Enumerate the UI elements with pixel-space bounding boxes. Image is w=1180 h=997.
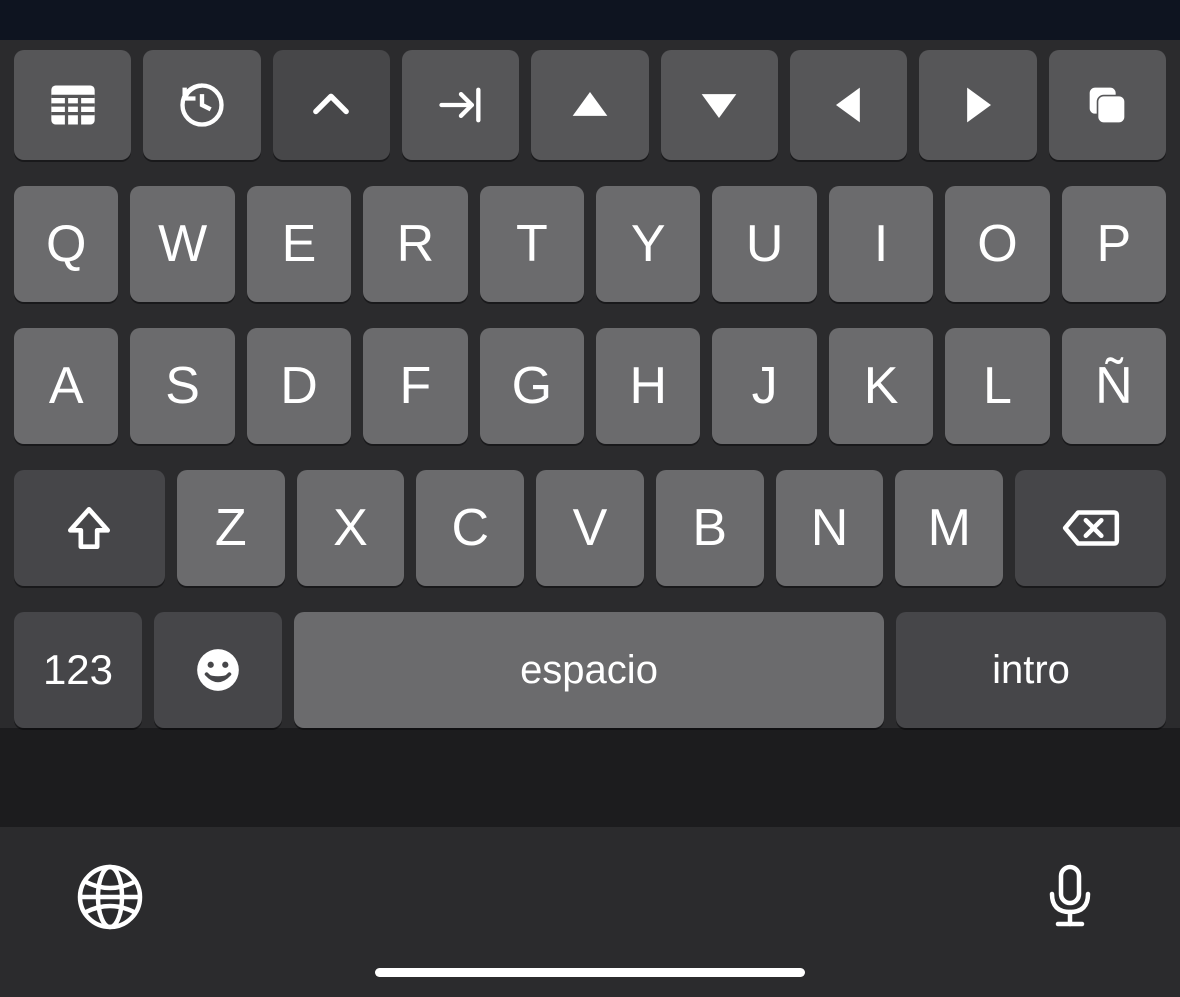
key-v[interactable]: V bbox=[536, 470, 644, 586]
key-z[interactable]: Z bbox=[177, 470, 285, 586]
backspace-icon bbox=[1060, 497, 1122, 559]
key-c[interactable]: C bbox=[416, 470, 524, 586]
space-key[interactable]: espacio bbox=[294, 612, 884, 728]
key-k[interactable]: K bbox=[829, 328, 933, 444]
key-p[interactable]: P bbox=[1062, 186, 1166, 302]
key-o[interactable]: O bbox=[945, 186, 1049, 302]
history-key[interactable] bbox=[143, 50, 260, 160]
arrow-down-key[interactable] bbox=[661, 50, 778, 160]
key-enye[interactable]: Ñ bbox=[1062, 328, 1166, 444]
tab-right-icon bbox=[435, 79, 487, 131]
shift-icon bbox=[61, 500, 117, 556]
key-t[interactable]: T bbox=[480, 186, 584, 302]
tab-key[interactable] bbox=[402, 50, 519, 160]
copy-icon bbox=[1081, 79, 1133, 131]
globe-button[interactable] bbox=[70, 857, 150, 937]
key-g[interactable]: G bbox=[480, 328, 584, 444]
key-u[interactable]: U bbox=[712, 186, 816, 302]
key-h[interactable]: H bbox=[596, 328, 700, 444]
triangle-left-icon bbox=[823, 79, 875, 131]
chevron-up-icon bbox=[305, 79, 357, 131]
globe-icon bbox=[74, 861, 146, 933]
key-m[interactable]: M bbox=[895, 470, 1003, 586]
key-a[interactable]: A bbox=[14, 328, 118, 444]
mic-icon bbox=[1034, 861, 1106, 933]
arrow-left-key[interactable] bbox=[790, 50, 907, 160]
key-x[interactable]: X bbox=[297, 470, 405, 586]
letter-row-2: A S D F G H J K L Ñ bbox=[14, 328, 1166, 444]
arrow-up-key[interactable] bbox=[531, 50, 648, 160]
shift-key[interactable] bbox=[14, 470, 165, 586]
triangle-up-icon bbox=[564, 79, 616, 131]
key-s[interactable]: S bbox=[130, 328, 234, 444]
grid-icon bbox=[47, 79, 99, 131]
key-w[interactable]: W bbox=[130, 186, 234, 302]
key-y[interactable]: Y bbox=[596, 186, 700, 302]
numbers-key[interactable]: 123 bbox=[14, 612, 142, 728]
letter-row-1: Q W E R T Y U I O P bbox=[14, 186, 1166, 302]
copy-key[interactable] bbox=[1049, 50, 1166, 160]
bottom-row: 123 espacio intro bbox=[14, 612, 1166, 728]
keyboard-panel: Q W E R T Y U I O P A S D F G H J K L Ñ … bbox=[0, 40, 1180, 728]
key-n[interactable]: N bbox=[776, 470, 884, 586]
key-i[interactable]: I bbox=[829, 186, 933, 302]
dictation-button[interactable] bbox=[1030, 857, 1110, 937]
key-l[interactable]: L bbox=[945, 328, 1049, 444]
arrow-right-key[interactable] bbox=[919, 50, 1036, 160]
key-q[interactable]: Q bbox=[14, 186, 118, 302]
chevron-up-key[interactable] bbox=[273, 50, 390, 160]
key-f[interactable]: F bbox=[363, 328, 467, 444]
key-j[interactable]: J bbox=[712, 328, 816, 444]
emoji-icon bbox=[193, 645, 243, 695]
command-grid-key[interactable] bbox=[14, 50, 131, 160]
return-key[interactable]: intro bbox=[896, 612, 1166, 728]
backspace-key[interactable] bbox=[1015, 470, 1166, 586]
triangle-down-icon bbox=[693, 79, 745, 131]
key-b[interactable]: B bbox=[656, 470, 764, 586]
status-bar-dark bbox=[0, 0, 1180, 40]
emoji-key[interactable] bbox=[154, 612, 282, 728]
key-d[interactable]: D bbox=[247, 328, 351, 444]
key-r[interactable]: R bbox=[363, 186, 467, 302]
key-e[interactable]: E bbox=[247, 186, 351, 302]
letter-row-3: Z X C V B N M bbox=[14, 470, 1166, 586]
triangle-right-icon bbox=[952, 79, 1004, 131]
home-indicator[interactable] bbox=[375, 968, 805, 977]
history-icon bbox=[176, 79, 228, 131]
function-row bbox=[14, 50, 1166, 160]
